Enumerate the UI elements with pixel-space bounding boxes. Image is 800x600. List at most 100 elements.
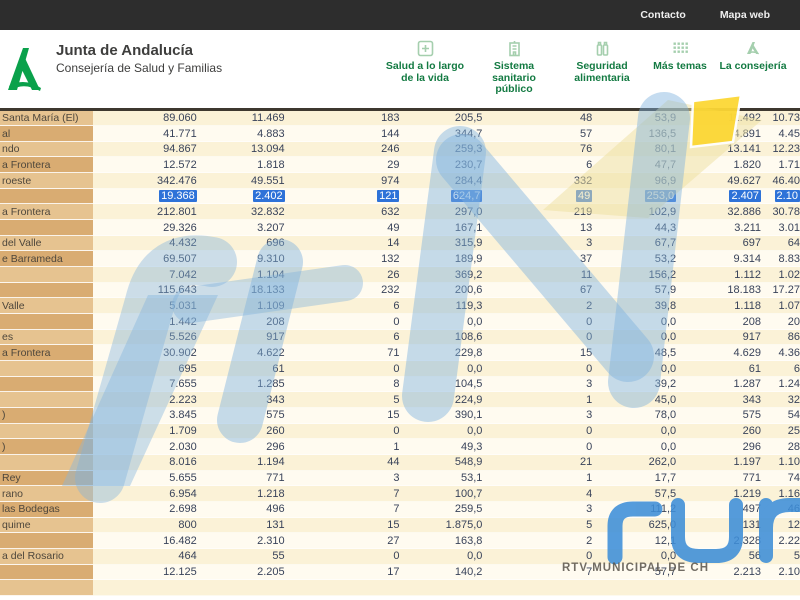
- value-cell[interactable]: 25: [767, 423, 800, 440]
- value-cell[interactable]: 625,0: [598, 517, 683, 534]
- value-cell[interactable]: 6.954: [92, 486, 203, 502]
- value-cell[interactable]: 1.709: [92, 423, 203, 440]
- value-cell[interactable]: 260: [202, 423, 291, 440]
- table-row[interactable]: 7.042 1.104 26 369,2 11 156,2 1.112 1.02: [0, 267, 800, 283]
- value-cell[interactable]: 1.287: [682, 376, 768, 393]
- contacto-link[interactable]: Contacto: [640, 9, 686, 21]
- value-cell[interactable]: 14: [290, 235, 406, 252]
- value-cell[interactable]: 2: [488, 298, 599, 315]
- value-cell[interactable]: 8.016: [92, 454, 203, 471]
- value-cell[interactable]: 55: [202, 548, 291, 565]
- value-cell[interactable]: 12.572: [92, 157, 203, 174]
- value-cell[interactable]: 0: [290, 423, 406, 440]
- nav-item-s[interactable]: S: [792, 40, 800, 73]
- value-cell[interactable]: 2.205: [202, 564, 291, 581]
- value-cell[interactable]: 49,3: [405, 439, 489, 455]
- value-cell[interactable]: 78,0: [598, 407, 683, 424]
- value-cell[interactable]: 2.407: [682, 188, 768, 205]
- value-cell[interactable]: 5.526: [92, 329, 203, 346]
- value-cell[interactable]: 1.197: [682, 454, 768, 471]
- value-cell[interactable]: 917: [682, 329, 768, 346]
- table-row[interactable]: Rey 5.655 771 3 53,1 1 17,7 771 74: [0, 470, 800, 487]
- table-row[interactable]: ndo 94.867 13.094 246 259,3 76 80,1 13.141 12.23: [0, 141, 800, 158]
- value-cell[interactable]: 3: [488, 501, 599, 518]
- value-cell[interactable]: 144: [290, 126, 406, 142]
- value-cell[interactable]: 45,0: [598, 392, 683, 408]
- value-cell[interactable]: 32.832: [202, 204, 291, 221]
- value-cell[interactable]: 100,7: [405, 486, 489, 502]
- table-row[interactable]: 2.223 343 5 224,9 1 45,0 343 32: [0, 392, 800, 408]
- value-cell[interactable]: 3: [488, 407, 599, 424]
- value-cell[interactable]: 224,9: [405, 392, 489, 408]
- table-row[interactable]: Valle 5.031 1.109 6 119,3 2 39,8 1.118 1.07: [0, 298, 800, 315]
- value-cell[interactable]: 18.133: [202, 282, 291, 299]
- value-cell[interactable]: 8: [290, 376, 406, 393]
- table-row[interactable]: 29.326 3.207 49 167,1 13 44,3 3.211 3.01: [0, 220, 800, 236]
- value-cell[interactable]: 7: [488, 564, 599, 581]
- value-cell[interactable]: 115.643: [92, 282, 203, 299]
- value-cell[interactable]: 26: [290, 267, 406, 283]
- table-row[interactable]: 1.709 260 0 0,0 0 0,0 260 25: [0, 423, 800, 440]
- value-cell[interactable]: 61: [682, 361, 768, 377]
- value-cell[interactable]: 917: [202, 329, 291, 346]
- value-cell[interactable]: 4.622: [202, 345, 291, 361]
- value-cell[interactable]: 1.16: [767, 486, 800, 502]
- value-cell[interactable]: 1.218: [202, 486, 291, 502]
- table-row[interactable]: del Valle 4.432 696 14 315,9 3 67,7 697 64: [0, 235, 800, 252]
- value-cell[interactable]: 259,5: [405, 501, 489, 518]
- value-cell[interactable]: 0,0: [405, 548, 489, 565]
- value-cell[interactable]: 104,5: [405, 376, 489, 393]
- value-cell[interactable]: 32: [767, 392, 800, 408]
- value-cell[interactable]: 74: [767, 470, 800, 487]
- value-cell[interactable]: 0,0: [405, 361, 489, 377]
- value-cell[interactable]: 262,0: [598, 454, 683, 471]
- value-cell[interactable]: 9.314: [682, 251, 768, 268]
- value-cell[interactable]: [202, 580, 291, 596]
- mapa-web-link[interactable]: Mapa web: [720, 9, 770, 21]
- value-cell[interactable]: 1.820: [682, 157, 768, 174]
- value-cell[interactable]: 12.125: [92, 564, 203, 581]
- value-cell[interactable]: 163,8: [405, 533, 489, 549]
- value-cell[interactable]: 575: [682, 407, 768, 424]
- value-cell[interactable]: 15: [488, 345, 599, 361]
- value-cell[interactable]: 296: [202, 439, 291, 455]
- table-row[interactable]: ) 3.845 575 15 390,1 3 78,0 575 54: [0, 407, 800, 424]
- value-cell[interactable]: 343: [202, 392, 291, 408]
- value-cell[interactable]: 21: [488, 454, 599, 471]
- value-cell[interactable]: 80,1: [598, 141, 683, 158]
- value-cell[interactable]: 7.655: [92, 376, 203, 393]
- value-cell[interactable]: 5: [488, 517, 599, 534]
- value-cell[interactable]: 18.183: [682, 282, 768, 299]
- value-cell[interactable]: 624,7: [405, 188, 489, 205]
- value-cell[interactable]: 0,0: [405, 423, 489, 440]
- value-cell[interactable]: 6: [290, 329, 406, 346]
- value-cell[interactable]: 11.469: [202, 110, 291, 127]
- table-row[interactable]: 115.643 18.133 232 200,6 67 57,9 18.183 17.27: [0, 282, 800, 299]
- value-cell[interactable]: 132: [290, 251, 406, 268]
- table-row[interactable]: rano 6.954 1.218 7 100,7 4 57,5 1.219 1.16: [0, 486, 800, 502]
- value-cell[interactable]: 17.27: [767, 282, 800, 299]
- value-cell[interactable]: 771: [202, 470, 291, 487]
- value-cell[interactable]: 44,3: [598, 220, 683, 236]
- value-cell[interactable]: [92, 580, 203, 596]
- value-cell[interactable]: 296: [682, 439, 768, 455]
- value-cell[interactable]: 0,0: [598, 361, 683, 377]
- value-cell[interactable]: 2.310: [202, 533, 291, 549]
- value-cell[interactable]: 4.891: [682, 126, 768, 142]
- table-row[interactable]: 7.655 1.285 8 104,5 3 39,2 1.287 1.24: [0, 376, 800, 393]
- value-cell[interactable]: 1.194: [202, 454, 291, 471]
- table-row[interactable]: 12.125 2.205 17 140,2 7 57,7 2.213 2.10: [0, 564, 800, 581]
- value-cell[interactable]: 56: [682, 548, 768, 565]
- value-cell[interactable]: 369,2: [405, 267, 489, 283]
- value-cell[interactable]: 41.771: [92, 126, 203, 142]
- value-cell[interactable]: 695: [92, 361, 203, 377]
- value-cell[interactable]: 0,0: [405, 314, 489, 330]
- value-cell[interactable]: 0: [488, 329, 599, 346]
- value-cell[interactable]: 2.698: [92, 501, 203, 518]
- table-row[interactable]: quime 800 131 15 1.875,0 5 625,0 131 12: [0, 517, 800, 534]
- value-cell[interactable]: 3: [290, 470, 406, 487]
- value-cell[interactable]: 1.109: [202, 298, 291, 315]
- value-cell[interactable]: 342.476: [92, 173, 203, 189]
- value-cell[interactable]: 205,5: [405, 110, 489, 127]
- value-cell[interactable]: 102,9: [598, 204, 683, 221]
